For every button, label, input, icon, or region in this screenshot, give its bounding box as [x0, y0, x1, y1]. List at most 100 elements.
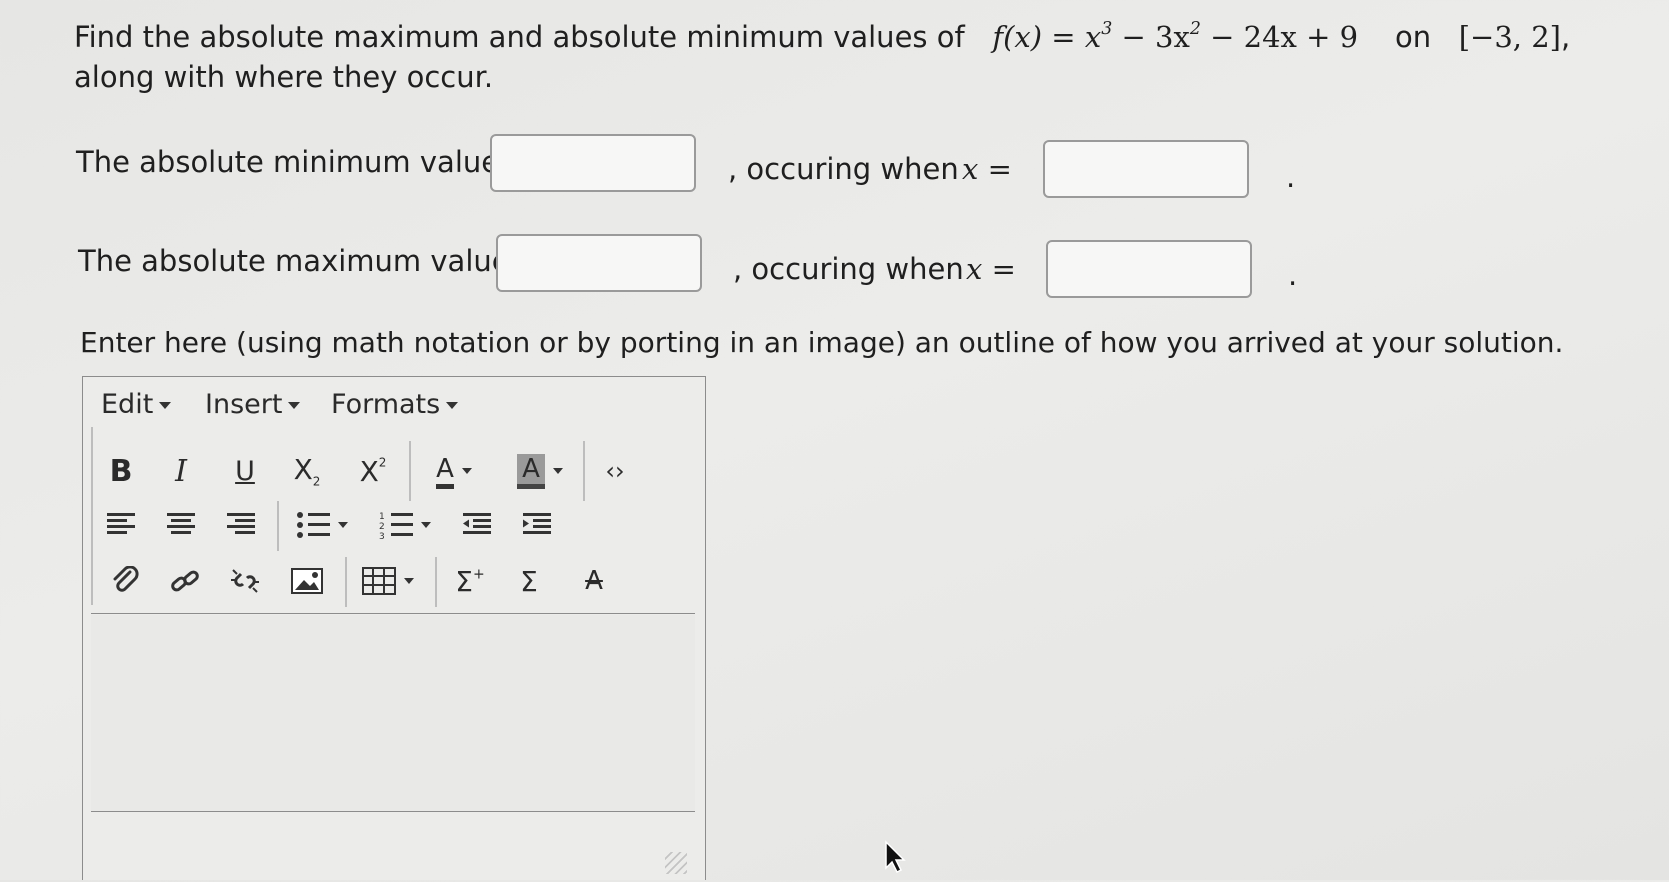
resize-handle[interactable]	[665, 852, 687, 874]
image-icon	[291, 568, 323, 594]
insert-equation-button[interactable]: Σ+	[447, 561, 493, 601]
exponent-3: 3	[1101, 18, 1113, 39]
max-value-input[interactable]	[496, 234, 702, 292]
svg-text:3: 3	[379, 532, 385, 540]
formats-menu-label: Formats	[331, 389, 441, 420]
italic-icon: I	[175, 453, 187, 489]
text-color-button[interactable]: A	[421, 451, 487, 491]
toolbar-separator	[435, 557, 437, 607]
min-end-period: .	[1286, 160, 1296, 194]
background-color-button[interactable]: A	[505, 451, 575, 491]
on-word: on	[1394, 20, 1432, 54]
question-line-1: Find the absolute maximum and absolute m…	[74, 18, 1570, 56]
chevron-down-icon	[552, 468, 563, 474]
instructions-text: Enter here (using math notation or by po…	[80, 326, 1564, 359]
chevron-down-icon	[446, 402, 459, 409]
chevron-down-icon	[404, 578, 414, 584]
sigma-icon: Σ	[520, 564, 538, 598]
equation-editor-button[interactable]: Σ	[509, 561, 549, 601]
underline-icon: U	[235, 455, 255, 487]
spellcheck-icon: A	[585, 566, 603, 596]
unlink-icon	[231, 569, 259, 593]
subscript-button[interactable]: X2	[287, 451, 327, 491]
formats-menu[interactable]: Formats	[331, 389, 459, 420]
attach-file-button[interactable]	[105, 561, 145, 601]
sigma-plus-icon: Σ+	[455, 564, 485, 598]
align-right-button[interactable]	[221, 505, 261, 545]
superscript-button[interactable]: X2	[353, 451, 393, 491]
edit-menu[interactable]: Edit	[101, 389, 172, 420]
align-left-icon	[107, 513, 135, 534]
interval: [−3, 2]	[1458, 20, 1561, 54]
editor-toolbar: B I U X2 X2 A A ‹› 123 Σ+ Σ A	[91, 427, 695, 614]
mouse-pointer-icon	[885, 840, 906, 874]
bold-button[interactable]: B	[103, 451, 139, 491]
superscript-icon: X2	[359, 454, 387, 488]
insert-menu[interactable]: Insert	[205, 389, 301, 420]
insert-image-button[interactable]	[287, 561, 327, 601]
trailing-comma: ,	[1561, 20, 1571, 54]
max-label: The absolute maximum value is	[78, 244, 542, 278]
bold-icon: B	[109, 453, 133, 489]
toolbar-separator	[345, 557, 347, 607]
question-text: Find the absolute maximum and absolute m…	[74, 20, 965, 54]
underline-button[interactable]: U	[227, 451, 263, 491]
toolbar-separator	[277, 501, 279, 551]
function-name: f(x)	[992, 20, 1043, 54]
term-x: x	[1084, 20, 1102, 54]
align-left-button[interactable]	[101, 505, 141, 545]
indent-icon	[523, 513, 551, 534]
remove-link-button[interactable]	[225, 561, 265, 601]
chevron-down-icon	[421, 522, 431, 528]
editor-content-area[interactable]	[91, 615, 695, 811]
max-x-equals: x =	[966, 252, 1016, 286]
link-icon	[171, 570, 199, 592]
background-color-icon: A	[517, 453, 545, 489]
max-occurring-text: , occuring when	[733, 252, 964, 286]
align-center-button[interactable]	[161, 505, 201, 545]
insert-menu-label: Insert	[205, 389, 283, 420]
term-rest: − 24x + 9	[1200, 20, 1359, 54]
source-code-button[interactable]: ‹›	[595, 451, 635, 491]
bullet-list-button[interactable]	[289, 505, 355, 545]
editor-statusbar	[91, 811, 695, 882]
numbered-list-button[interactable]: 123	[371, 505, 439, 545]
min-label: The absolute minimum value is	[76, 145, 532, 179]
bullet-list-icon	[297, 512, 330, 538]
min-x-input[interactable]	[1043, 140, 1249, 198]
insert-link-button[interactable]	[165, 561, 205, 601]
term-3x: − 3x	[1112, 20, 1190, 54]
subscript-icon: X2	[293, 453, 321, 489]
italic-button[interactable]: I	[163, 451, 199, 491]
exponent-2: 2	[1189, 18, 1201, 39]
svg-text:2: 2	[379, 522, 385, 532]
insert-table-button[interactable]	[355, 561, 421, 601]
numbered-list-icon: 123	[379, 512, 413, 540]
svg-text:1: 1	[379, 512, 385, 522]
question-text-2: along with where they occur.	[74, 60, 494, 94]
min-occurring-text: , occuring when	[728, 152, 959, 186]
chevron-down-icon	[461, 468, 472, 474]
min-value-input[interactable]	[490, 134, 696, 192]
toolbar-separator	[409, 441, 411, 501]
chevron-down-icon	[159, 402, 172, 409]
outdent-button[interactable]	[457, 505, 497, 545]
max-x-input[interactable]	[1046, 240, 1252, 298]
question-line-2: along with where they occur.	[74, 58, 493, 96]
align-center-icon	[167, 513, 195, 534]
function-expression: f(x) = x3 − 3x2 − 24x + 9	[992, 18, 1359, 54]
max-end-period: .	[1288, 258, 1298, 292]
chevron-down-icon	[288, 402, 301, 409]
rich-text-editor: Edit Insert Formats B I U X2 X2 A A ‹› 1…	[82, 376, 706, 880]
chevron-down-icon	[338, 522, 348, 528]
outdent-icon	[463, 513, 491, 534]
spellcheck-button[interactable]: A	[571, 561, 617, 601]
table-icon	[362, 567, 396, 595]
paperclip-icon	[113, 566, 139, 592]
toolbar-separator	[583, 441, 585, 501]
text-color-icon: A	[436, 454, 454, 489]
min-x-equals: x =	[962, 152, 1012, 186]
toolbar-left-edge	[91, 427, 93, 605]
indent-button[interactable]	[517, 505, 557, 545]
align-right-icon	[227, 513, 255, 534]
